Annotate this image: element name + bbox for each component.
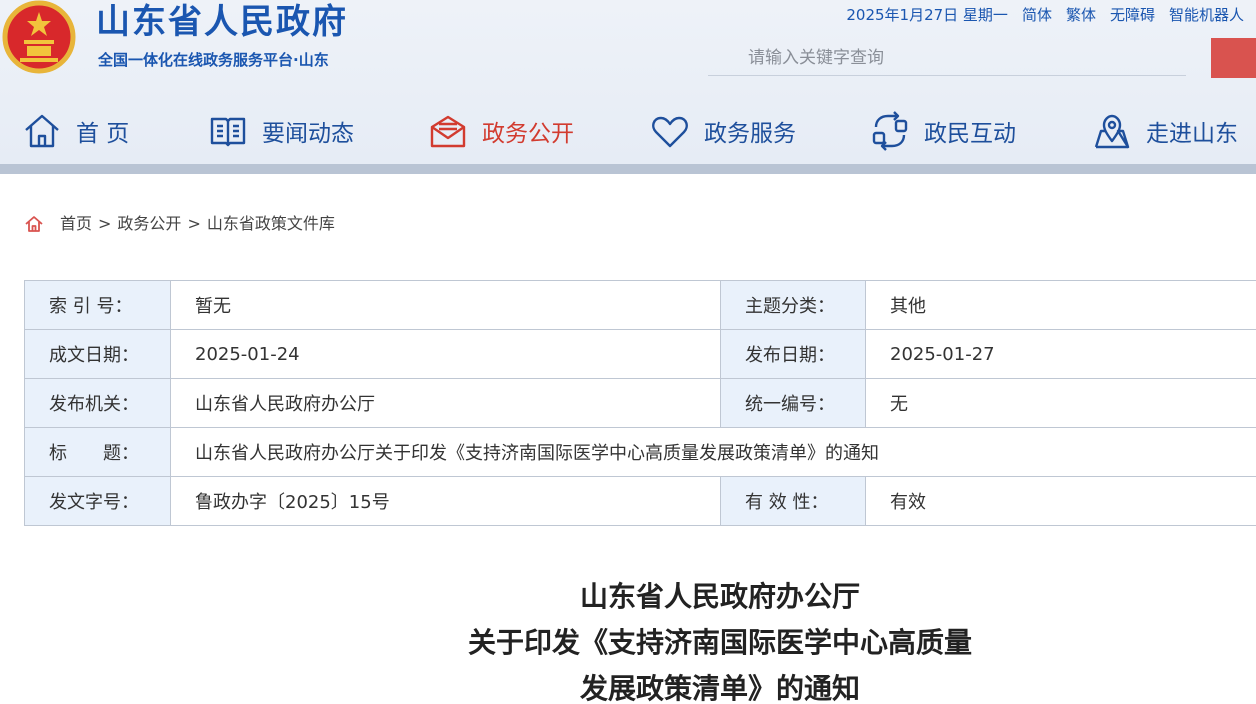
breadcrumb-policy-library[interactable]: 山东省政策文件库 bbox=[207, 212, 335, 236]
nav-label-gov-affairs: 政务公开 bbox=[482, 121, 574, 147]
heart-icon bbox=[652, 116, 688, 148]
chatbot-link[interactable]: 智能机器人 bbox=[1169, 4, 1244, 26]
validity-label: 有 效 性： bbox=[720, 476, 866, 526]
breadcrumb: 首页 > 政务公开 > 山东省政策文件库 bbox=[24, 212, 335, 236]
search-button[interactable] bbox=[1211, 38, 1256, 78]
nav-label-news: 要闻动态 bbox=[262, 121, 354, 147]
nav-item-news[interactable]: 要闻动态 bbox=[208, 106, 354, 156]
home-icon[interactable] bbox=[24, 214, 44, 234]
document-title: 山东省人民政府办公厅 关于印发《支持济南国际医学中心高质量 发展政策清单》的通知 bbox=[0, 574, 1256, 704]
unified-number-label: 统一编号： bbox=[720, 378, 866, 428]
document-title-line-1: 山东省人民政府办公厅 bbox=[579, 580, 860, 613]
home-icon bbox=[25, 114, 59, 148]
national-emblem-icon bbox=[2, 0, 76, 74]
validity-value: 有效 bbox=[865, 476, 1256, 526]
table-row: 发布机关： 山东省人民政府办公厅 统一编号： 无 bbox=[24, 378, 1256, 428]
table-row: 索 引 号： 暂无 主题分类： 其他 bbox=[24, 280, 1256, 330]
publish-date-value: 2025-01-27 bbox=[865, 329, 1256, 379]
issuing-authority-value: 山东省人民政府办公厅 bbox=[170, 378, 721, 428]
nav-label-about-shandong: 走进山东 bbox=[1146, 121, 1238, 147]
search-input[interactable] bbox=[708, 42, 1186, 74]
written-date-label: 成文日期： bbox=[24, 329, 171, 379]
nav-label-gov-services: 政务服务 bbox=[704, 121, 796, 147]
simplified-chinese-link[interactable]: 简体 bbox=[1022, 4, 1052, 26]
topic-category-value: 其他 bbox=[865, 280, 1256, 330]
site-subtitle: 全国一体化在线政务服务平台·山东 bbox=[98, 51, 329, 69]
site-title[interactable]: 山东省人民政府 bbox=[96, 0, 348, 44]
publish-date-label: 发布日期： bbox=[720, 329, 866, 379]
nav-label-interaction: 政民互动 bbox=[924, 121, 1016, 147]
mail-icon bbox=[430, 115, 466, 148]
current-date: 2025年1月27日 星期一 bbox=[846, 6, 1008, 24]
nav-item-gov-services[interactable]: 政务服务 bbox=[650, 106, 796, 156]
index-number-value: 暂无 bbox=[170, 280, 721, 330]
unified-number-value: 无 bbox=[865, 378, 1256, 428]
title-label: 标 题： bbox=[24, 427, 171, 477]
written-date-value: 2025-01-24 bbox=[170, 329, 721, 379]
accessibility-link[interactable]: 无障碍 bbox=[1110, 4, 1155, 26]
main-nav: 首 页 要闻动态 政务公开 政务服务 政民互动 走进山东 bbox=[0, 96, 1256, 164]
nav-divider bbox=[0, 164, 1256, 174]
document-title-line-3: 发展政策清单》的通知 bbox=[579, 672, 860, 704]
title-value: 山东省人民政府办公厅关于印发《支持济南国际医学中心高质量发展政策清单》的通知 bbox=[170, 427, 1256, 477]
nav-item-home[interactable]: 首 页 bbox=[22, 106, 129, 156]
document-number-value: 鲁政办字〔2025〕15号 bbox=[170, 476, 721, 526]
interact-icon bbox=[872, 111, 908, 151]
top-utility-bar: 2025年1月27日 星期一 简体 繁体 无障碍 智能机器人 bbox=[846, 4, 1244, 26]
nav-item-interaction[interactable]: 政民互动 bbox=[870, 106, 1016, 156]
document-title-line-2: 关于印发《支持济南国际医学中心高质量 bbox=[467, 626, 972, 659]
nav-label-home: 首 页 bbox=[76, 121, 130, 147]
table-row: 发文字号： 鲁政办字〔2025〕15号 有 效 性： 有效 bbox=[24, 476, 1256, 526]
book-icon bbox=[210, 117, 246, 147]
document-info-table: 索 引 号： 暂无 主题分类： 其他 成文日期： 2025-01-24 发布日期… bbox=[24, 280, 1256, 526]
breadcrumb-separator: > bbox=[98, 214, 112, 233]
nav-item-gov-affairs[interactable]: 政务公开 bbox=[428, 106, 574, 156]
breadcrumb-home[interactable]: 首页 bbox=[60, 212, 92, 236]
table-row: 成文日期： 2025-01-24 发布日期： 2025-01-27 bbox=[24, 329, 1256, 379]
site-header: 山东省人民政府 全国一体化在线政务服务平台·山东 2025年1月27日 星期一 … bbox=[0, 0, 1256, 164]
issuing-authority-label: 发布机关： bbox=[24, 378, 171, 428]
document-number-label: 发文字号： bbox=[24, 476, 171, 526]
traditional-chinese-link[interactable]: 繁体 bbox=[1066, 4, 1096, 26]
index-number-label: 索 引 号： bbox=[24, 280, 171, 330]
search-box bbox=[708, 42, 1186, 76]
breadcrumb-separator: > bbox=[187, 214, 201, 233]
topic-category-label: 主题分类： bbox=[720, 280, 866, 330]
breadcrumb-gov-affairs[interactable]: 政务公开 bbox=[117, 212, 181, 236]
table-row: 标 题： 山东省人民政府办公厅关于印发《支持济南国际医学中心高质量发展政策清单》… bbox=[24, 427, 1256, 477]
map-pin-icon bbox=[1094, 114, 1130, 149]
nav-item-about-shandong[interactable]: 走进山东 bbox=[1092, 106, 1238, 156]
